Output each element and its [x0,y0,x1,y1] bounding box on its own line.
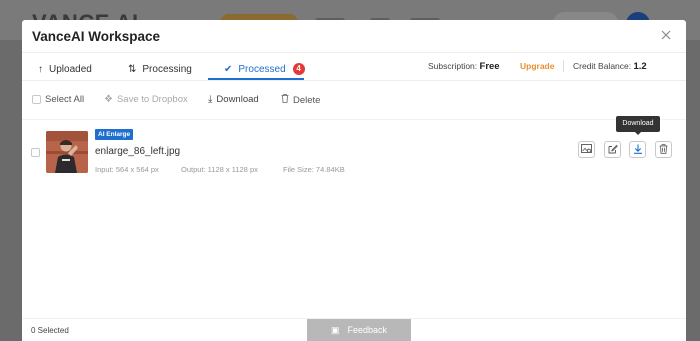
ai-enlarge-tag: AI Enlarge [95,129,134,140]
tab-label: Uploaded [49,63,92,75]
download-tooltip: Download [616,116,660,135]
divider [22,80,686,81]
credit-label: Credit Balance: [573,61,632,71]
edit-icon [608,141,618,159]
check-circle-icon: ✔ [224,63,233,75]
subscription-value: Free [479,61,500,72]
download-file-button[interactable] [629,141,646,158]
select-all-checkbox[interactable]: Select All [32,94,84,105]
workspace-modal: VanceAI Workspace ↑ Uploaded ⇅ Processin… [22,20,686,341]
tab-uploaded[interactable]: ↑ Uploaded [38,58,92,80]
output-dimensions: Output: 1128 x 1128 px [181,165,258,174]
close-icon[interactable] [659,28,673,42]
credit-value: 1.2 [633,61,647,72]
row-checkbox[interactable] [31,148,40,157]
subscription-info: Subscription: Free [428,61,500,72]
delete-label: Delete [293,94,321,106]
file-thumbnail [46,131,88,173]
divider [22,52,686,53]
feedback-button[interactable]: ▣ Feedback [307,319,411,341]
subscription-label: Subscription: [428,61,478,71]
download-icon [633,141,643,159]
count-badge: 4 [292,63,305,75]
save-to-dropbox-button[interactable]: ❖ Save to Dropbox [104,94,188,105]
divider [563,60,564,72]
delete-button[interactable]: Delete [281,94,320,106]
download-icon: ⤓ [208,94,213,105]
selected-count: 0 Selected [31,326,69,335]
download-button[interactable]: ⤓ Download [208,94,259,105]
download-label: Download [216,94,259,105]
sync-icon: ⇅ [128,63,137,75]
upgrade-link[interactable]: Upgrade [520,61,554,71]
trash-icon [659,141,668,159]
tab-processed[interactable]: ✔ Processed 4 [224,58,305,80]
edit-button[interactable] [604,141,621,158]
feedback-label: Feedback [347,325,388,335]
file-name: enlarge_86_left.jpg [95,146,181,157]
input-dimensions: Input: 564 x 564 px [95,165,159,174]
modal-title: VanceAI Workspace [32,29,161,44]
chat-icon: ▣ [330,324,340,335]
tab-label: Processing [142,63,192,75]
tab-label: Processed [238,63,286,75]
upload-arrow-icon: ↑ [38,63,43,75]
file-size: File Size: 74.84KB [283,165,345,174]
compare-button[interactable] [578,141,595,158]
tab-processing[interactable]: ⇅ Processing [128,58,192,80]
dropbox-icon: ❖ [104,94,113,105]
trash-icon [281,94,289,106]
save-to-dropbox-label: Save to Dropbox [116,94,188,105]
delete-file-button[interactable] [655,141,672,158]
divider [22,119,686,120]
credit-balance: Credit Balance: 1.2 [573,61,647,72]
compare-icon [581,141,592,159]
select-all-label: Select All [45,94,85,105]
checkbox[interactable] [32,95,41,104]
